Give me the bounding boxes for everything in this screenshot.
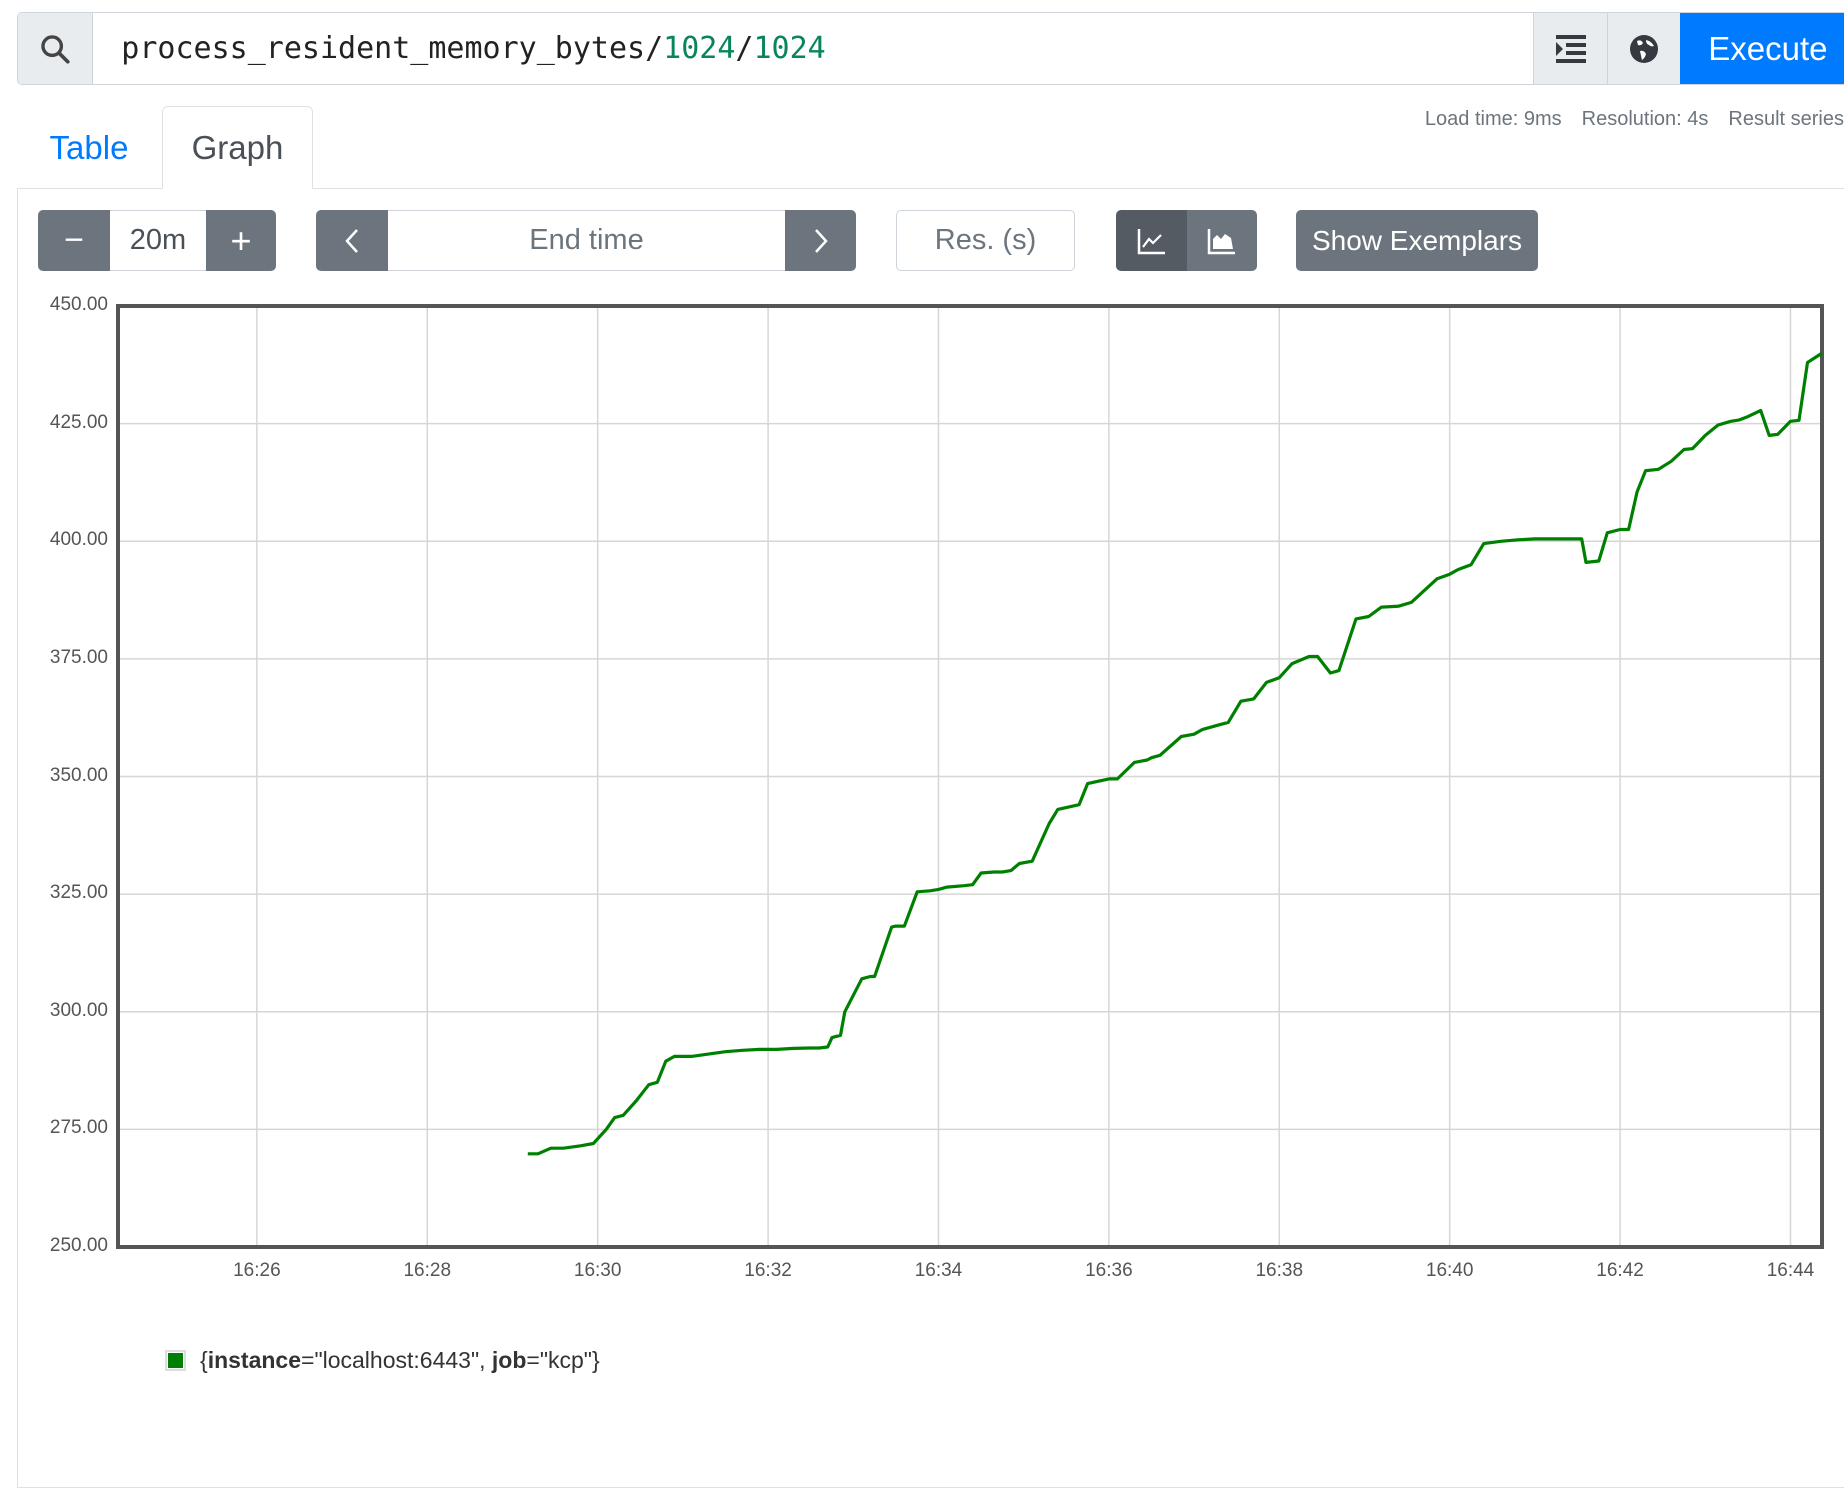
y-tick-label: 425.00 — [49, 411, 108, 433]
x-tick-label: 16:32 — [744, 1260, 792, 1281]
x-tick-label: 16:28 — [403, 1260, 452, 1281]
y-tick-label: 375.00 — [49, 646, 108, 668]
y-tick-label: 325.00 — [49, 882, 108, 904]
x-tick-label: 16:26 — [233, 1260, 281, 1281]
x-tick-label: 16:34 — [914, 1260, 963, 1281]
graph-chart[interactable] — [0, 0, 1844, 1382]
y-tick-label: 275.00 — [49, 1117, 108, 1139]
legend-swatch — [165, 1350, 186, 1371]
x-tick-label: 16:38 — [1255, 1260, 1304, 1281]
x-tick-label: 16:40 — [1425, 1260, 1474, 1281]
legend-label: {instance="localhost:6443", job="kcp"} — [200, 1347, 600, 1373]
tab-graph[interactable]: Graph — [162, 106, 313, 189]
x-tick-label: 16:36 — [1085, 1260, 1133, 1281]
series-line[interactable] — [527, 351, 1823, 1156]
y-tick-label: 450.00 — [49, 294, 108, 315]
x-tick-label: 16:42 — [1596, 1260, 1644, 1281]
x-tick-label: 16:30 — [573, 1260, 622, 1281]
y-tick-label: 250.00 — [49, 1235, 108, 1256]
legend-item[interactable]: {instance="localhost:6443", job="kcp"} — [165, 1347, 600, 1374]
y-tick-label: 300.00 — [49, 999, 108, 1021]
y-tick-label: 400.00 — [49, 529, 108, 551]
x-tick-label: 16:44 — [1766, 1260, 1815, 1281]
y-tick-label: 350.00 — [49, 764, 108, 786]
